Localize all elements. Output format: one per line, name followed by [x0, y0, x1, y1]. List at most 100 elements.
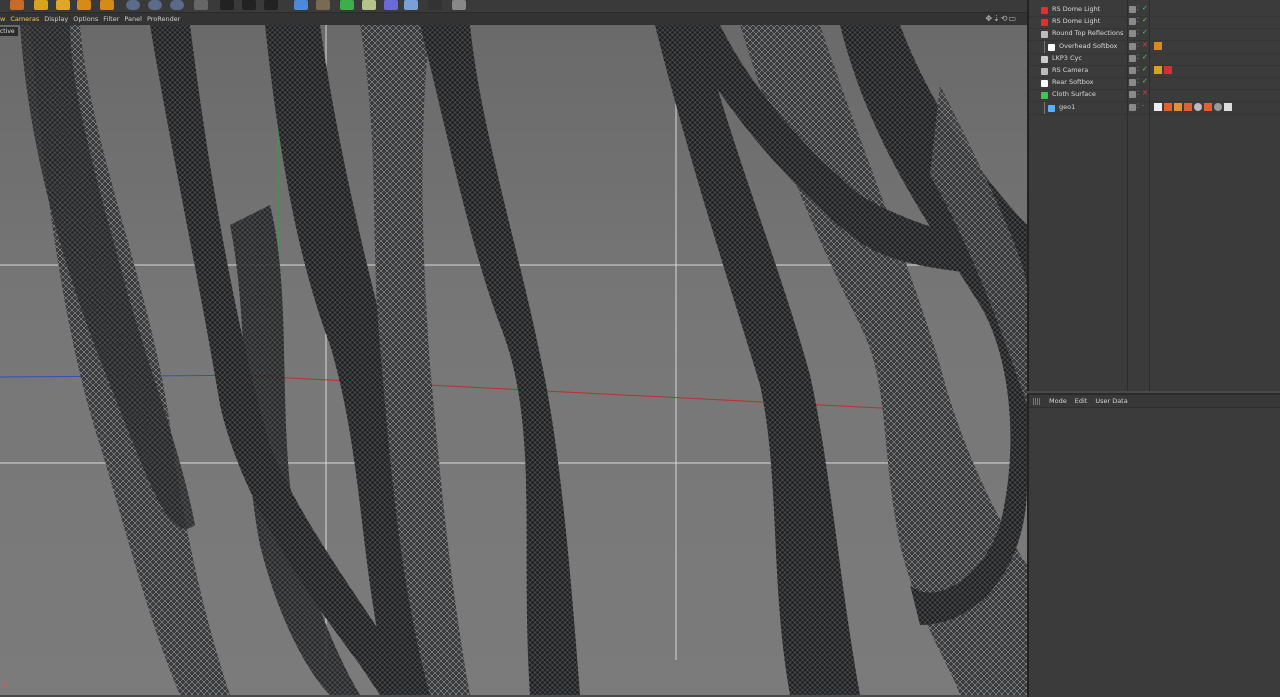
- object-row[interactable]: RS Camera ⁚ ✓: [1029, 65, 1280, 78]
- attr-menu-edit[interactable]: Edit: [1075, 397, 1088, 405]
- recent-tool-icon[interactable]: [100, 0, 114, 10]
- visibility-dots-icon[interactable]: ⁚: [1137, 54, 1139, 61]
- sphere-material-icon[interactable]: [1214, 102, 1222, 111]
- status-dot-icon[interactable]: ·: [1142, 102, 1144, 110]
- tag-list: [1154, 102, 1232, 111]
- checker-tag-icon[interactable]: [1224, 102, 1232, 111]
- layer-icon[interactable]: [1129, 103, 1136, 111]
- tree-connector: [1044, 40, 1045, 53]
- menu-prorender[interactable]: ProRender: [147, 15, 185, 23]
- visibility-dots-icon[interactable]: ⁚: [1137, 90, 1139, 97]
- object-row[interactable]: Cloth Surface ⁚ ✕: [1029, 89, 1280, 103]
- enabled-check-icon[interactable]: ✓: [1142, 77, 1148, 85]
- object-name: LKP3 Cyc: [1052, 53, 1082, 62]
- layer-icon[interactable]: [1129, 67, 1136, 74]
- null-group-icon: [1041, 31, 1048, 39]
- layer-icon[interactable]: [1129, 91, 1136, 99]
- grip-icon[interactable]: [1033, 397, 1041, 405]
- object-manager: RS Dome Light ⁚ ✓ RS Dome Light ⁚ ✓ Round Top …: [1027, 0, 1280, 391]
- deformer-icon[interactable]: [362, 0, 376, 10]
- menu-display[interactable]: Display: [44, 15, 73, 23]
- dome-light-icon: [1041, 19, 1048, 27]
- 3d-viewport[interactable]: ctive ✗: [0, 25, 1027, 695]
- field-icon[interactable]: [384, 0, 398, 10]
- visibility-dots-icon[interactable]: ⁚: [1137, 29, 1139, 36]
- cloth-icon: [1041, 92, 1048, 100]
- attribute-manager: Mode Edit User Data: [1027, 393, 1280, 697]
- object-name: Cloth Surface: [1052, 90, 1096, 99]
- object-row[interactable]: Round Top Reflections ⁚ ✓: [1029, 28, 1280, 42]
- object-name: Overhead Softbox: [1059, 41, 1118, 50]
- render-settings-icon[interactable]: [264, 0, 278, 10]
- spline-icon[interactable]: [316, 0, 330, 10]
- menu-view[interactable]: w: [0, 15, 10, 23]
- select-tool-icon[interactable]: [77, 0, 91, 10]
- object-row[interactable]: geo1 ⁚ ·: [1029, 101, 1280, 115]
- viewport-nav-icons[interactable]: ✥⇣⟲▭: [985, 14, 1017, 23]
- tag-list: [1154, 66, 1172, 74]
- scene-icon[interactable]: [404, 0, 418, 10]
- visibility-dots-icon[interactable]: ⁚: [1137, 103, 1139, 110]
- cube-icon[interactable]: [294, 0, 308, 10]
- attr-menu-user-data[interactable]: User Data: [1095, 397, 1127, 405]
- coordinate-icon[interactable]: [194, 0, 208, 10]
- material-tag-icon[interactable]: [1174, 102, 1182, 111]
- camera-tool-icon[interactable]: [428, 0, 442, 10]
- object-row[interactable]: Rear Softbox ⁚ ✓: [1029, 77, 1280, 91]
- sphere-material-icon[interactable]: [1194, 102, 1202, 111]
- layer-icon[interactable]: [1129, 54, 1136, 62]
- scale-tool-icon[interactable]: [34, 0, 48, 10]
- render-picture-icon[interactable]: [242, 0, 256, 10]
- generator-icon[interactable]: [340, 0, 354, 10]
- y-axis-icon[interactable]: [148, 0, 162, 10]
- object-name: RS Camera: [1052, 66, 1089, 74]
- redshift-tag-icon[interactable]: [1164, 66, 1172, 74]
- menu-panel[interactable]: Panel: [124, 15, 147, 23]
- menu-options[interactable]: Options: [73, 15, 103, 23]
- layer-icon[interactable]: [1129, 42, 1136, 50]
- layer-icon[interactable]: [1129, 18, 1136, 26]
- main-toolbar: [0, 0, 1030, 13]
- x-axis-icon[interactable]: [126, 0, 140, 10]
- attr-menu-mode[interactable]: Mode: [1049, 397, 1067, 405]
- enabled-check-icon[interactable]: ✓: [1142, 53, 1148, 61]
- object-name: geo1: [1059, 102, 1076, 111]
- menu-filter[interactable]: Filter: [103, 15, 124, 23]
- enabled-check-icon[interactable]: ✓: [1142, 4, 1148, 12]
- viewport-camera-label: ctive: [0, 27, 18, 36]
- disabled-cross-icon[interactable]: ✕: [1142, 89, 1148, 97]
- camera-tag-icon[interactable]: [1154, 66, 1162, 74]
- object-row[interactable]: LKP3 Cyc ⁚ ✓: [1029, 53, 1280, 66]
- object-name: Round Top Reflections: [1052, 29, 1124, 38]
- z-axis-icon[interactable]: [170, 0, 184, 10]
- object-name: RS Dome Light: [1052, 5, 1101, 13]
- viewport-origin-marker: ✗: [2, 683, 8, 691]
- enabled-check-icon[interactable]: ✓: [1142, 28, 1148, 36]
- visibility-dots-icon[interactable]: ⁚: [1137, 5, 1139, 12]
- render-view-icon[interactable]: [220, 0, 234, 10]
- layer-icon[interactable]: [1129, 30, 1136, 38]
- move-tool-icon[interactable]: [10, 0, 24, 10]
- object-row[interactable]: RS Dome Light ⁚ ✓: [1029, 16, 1280, 30]
- rotate-tool-icon[interactable]: [56, 0, 70, 10]
- visibility-dots-icon[interactable]: ⁚: [1137, 66, 1139, 73]
- material-tag-icon[interactable]: [1184, 102, 1192, 111]
- disabled-cross-icon[interactable]: ✕: [1142, 41, 1148, 49]
- visibility-dots-icon[interactable]: ⁚: [1137, 17, 1139, 24]
- enabled-check-icon[interactable]: ✓: [1142, 65, 1148, 73]
- layer-icon[interactable]: [1129, 6, 1136, 13]
- object-row[interactable]: RS Dome Light ⁚ ✓: [1029, 4, 1280, 17]
- material-tag-icon[interactable]: [1204, 102, 1212, 111]
- visibility-dots-icon[interactable]: ⁚: [1137, 78, 1139, 85]
- protection-tag-icon[interactable]: [1154, 41, 1162, 50]
- light-tool-icon[interactable]: [452, 0, 466, 10]
- object-row[interactable]: Overhead Softbox ⁚ ✕: [1029, 40, 1280, 54]
- material-tag-icon[interactable]: [1164, 102, 1172, 111]
- menu-cameras[interactable]: Cameras: [10, 15, 44, 23]
- enabled-check-icon[interactable]: ✓: [1142, 16, 1148, 24]
- visibility-dots-icon[interactable]: ⁚: [1137, 42, 1139, 49]
- layer-icon[interactable]: [1129, 79, 1136, 87]
- polygon-icon: [1048, 104, 1055, 112]
- x-axis-line: [229, 374, 921, 411]
- text-tag-icon[interactable]: [1154, 102, 1162, 111]
